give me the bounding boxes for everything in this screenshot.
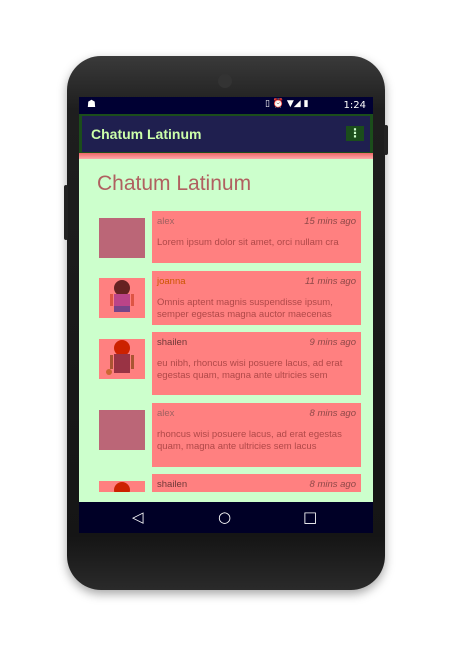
recents-icon[interactable]: □ [303,508,317,526]
android-notification-icon: ☗ [87,99,96,110]
timestamp: 8 mins ago [309,408,356,419]
power-button [384,125,388,155]
message-text: Lorem ipsum dolor sit amet, orci nullam … [157,237,339,248]
screen: ☗ ▯ ⏰ ▼◢ ▮ 1:24 Chatum Latinum ⋮ Chatum … [79,97,373,533]
divider [79,153,373,159]
navigation-bar: ◁ ○ □ [79,502,373,533]
timestamp: 15 mins ago [304,216,356,227]
sender-name: shailen [157,479,188,490]
message-item[interactable]: alex 8 mins ago rhoncus wisi posuere lac… [152,403,361,467]
timestamp: 8 mins ago [309,479,356,490]
avatar[interactable] [99,218,145,258]
volume-button [64,185,68,240]
message-item[interactable]: shailen 9 mins ago eu nibh, rhoncus wisi… [152,332,361,395]
message-item[interactable]: shailen 8 mins ago [152,474,361,492]
sender-name: shailen [157,337,188,348]
home-icon[interactable]: ○ [218,508,231,526]
back-icon[interactable]: ◁ [132,508,144,526]
app-title: Chatum Latinum [91,126,202,142]
message-text: eu nibh, rhoncus wisi posuere lacus, ad … [157,358,343,381]
page-title: Chatum Latinum [97,172,252,195]
sender-name: alex [157,408,175,419]
message-item[interactable]: joanna 11 mins ago Omnis aptent magnis s… [152,271,361,325]
avatar[interactable] [99,278,145,318]
front-camera [218,74,232,88]
avatar[interactable] [99,339,145,379]
message-text: Omnis aptent magnis suspendisse ipsum, s… [157,297,333,320]
status-bar: ☗ ▯ ⏰ ▼◢ ▮ 1:24 [79,97,373,114]
timestamp: 11 mins ago [304,276,356,287]
sender-name: joanna [157,276,186,287]
message-item[interactable]: alex 15 mins ago Lorem ipsum dolor sit a… [152,211,361,263]
app-bar: Chatum Latinum ⋮ [79,114,373,153]
message-text: rhoncus wisi posuere lacus, ad erat eges… [157,429,342,452]
avatar[interactable] [99,410,145,450]
clock: 1:24 [343,100,366,111]
avatar[interactable] [99,481,145,492]
timestamp: 9 mins ago [309,337,356,348]
overflow-menu-icon[interactable]: ⋮ [346,126,364,141]
status-icons: ▯ ⏰ ▼◢ ▮ [265,99,309,109]
sender-name: alex [157,216,175,227]
